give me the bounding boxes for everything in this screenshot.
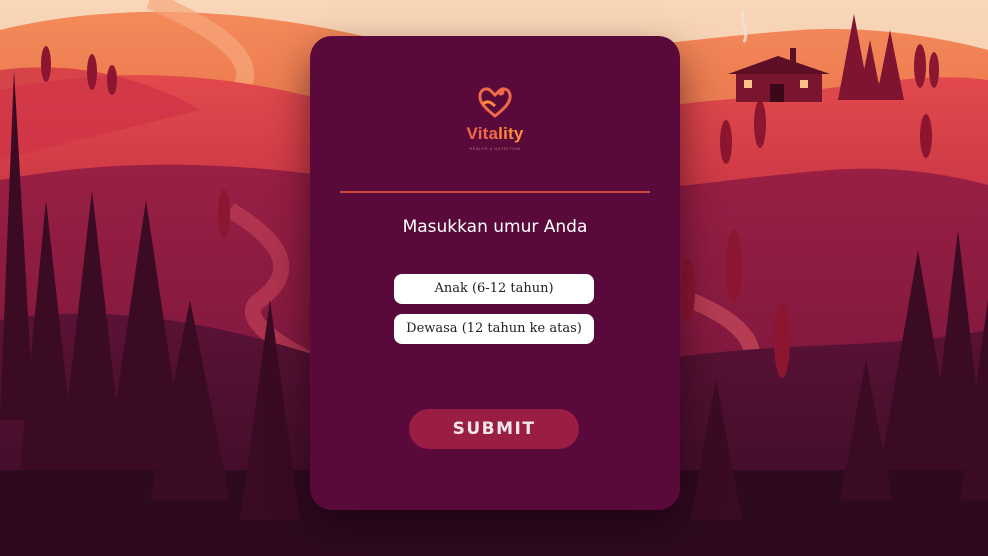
heart-hands-icon xyxy=(478,87,512,118)
submit-button[interactable]: SUBMIT xyxy=(409,409,579,449)
age-prompt: Masukkan umur Anda xyxy=(402,217,588,237)
age-selection-card: Vitality HEALTH & NUTRITION Masukkan umu… xyxy=(310,36,680,510)
screen: Vitality HEALTH & NUTRITION Masukkan umu… xyxy=(0,0,988,556)
brand-tagline: HEALTH & NUTRITION xyxy=(469,146,521,151)
option-child-button[interactable]: Anak (6-12 tahun) xyxy=(394,274,594,304)
brand-name: Vitality xyxy=(466,124,524,143)
option-adult-button[interactable]: Dewasa (12 tahun ke atas) xyxy=(394,314,594,344)
vitality-logo: Vitality HEALTH & NUTRITION xyxy=(445,82,545,158)
divider xyxy=(340,191,650,193)
